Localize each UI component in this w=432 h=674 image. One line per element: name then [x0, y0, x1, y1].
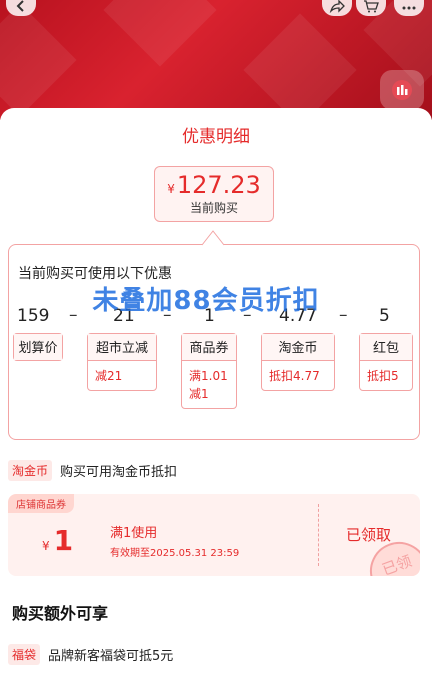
more-button[interactable]: [394, 0, 424, 16]
coupon-divider: [318, 504, 319, 566]
share-button[interactable]: [322, 0, 352, 16]
currency-symbol: ¥: [167, 182, 175, 196]
discount-detail-sheet: 优惠明细 ¥127.23 当前购买 当前购买可使用以下优惠 159 – 21 –…: [0, 108, 432, 674]
coupon-claimed-status: 已领取: [346, 526, 392, 544]
coupon-type: 店铺商品券: [8, 494, 74, 513]
sheet-title: 优惠明细: [182, 127, 250, 147]
back-button[interactable]: [6, 0, 36, 16]
discount-breakdown: 当前购买可使用以下优惠 159 – 21 – 1 – 4.77 – 5 划算价 …: [8, 244, 420, 440]
current-price: ¥127.23: [155, 171, 273, 199]
taojinbi-row[interactable]: 淘金币 购买可用淘金币抵扣: [8, 460, 177, 481]
banner-pattern: [0, 3, 77, 117]
extra-benefits-title: 购买额外可享: [12, 604, 109, 623]
discount-tag-taojinbi: 淘金币 抵扣4.77: [261, 333, 335, 391]
coupon-value: ¥1: [42, 524, 73, 557]
minus-operator: –: [339, 305, 348, 325]
back-icon: [16, 0, 24, 12]
coupon-condition: 满1使用: [110, 526, 158, 541]
discount-tag-redpacket: 红包 抵扣5: [359, 333, 413, 391]
lucky-bag-row[interactable]: 福袋 品牌新客福袋可抵5元: [8, 644, 173, 665]
current-price-box: ¥127.23 当前购买: [154, 166, 274, 222]
coupon-currency: ¥: [42, 539, 50, 553]
store-coupon-card[interactable]: 店铺商品券 ¥1 满1使用 有效期至2025.05.31 23:59 已领取 已…: [8, 494, 420, 576]
tag-body: 满1.01 减1: [189, 369, 228, 401]
price-amount: 127.23: [176, 171, 261, 199]
breakdown-number: 159: [17, 306, 50, 326]
chart-icon: [392, 80, 412, 100]
cart-icon: [364, 0, 379, 13]
taojinbi-text: 购买可用淘金币抵扣: [60, 465, 178, 480]
coupon-expiry: 有效期至2025.05.31 23:59: [110, 548, 240, 559]
tag-head: 商品券: [182, 334, 236, 361]
coupon-amount: 1: [53, 524, 74, 557]
tag-head: 淘金币: [262, 334, 334, 361]
discount-tag-deal-price: 划算价: [13, 333, 63, 361]
lucky-bag-badge: 福袋: [8, 644, 41, 665]
price-label: 当前购买: [189, 201, 238, 215]
share-icon: [329, 0, 345, 13]
cart-button[interactable]: [356, 0, 386, 16]
top-toolbar: [0, 0, 432, 18]
tag-body: 减21: [95, 369, 123, 383]
top-banner: [0, 0, 432, 120]
discount-tag-coupon: 商品券 满1.01 减1: [181, 333, 237, 409]
chart-button[interactable]: [380, 70, 424, 110]
breakdown-number: 5: [379, 306, 390, 326]
discount-tag-supermarket: 超市立减 减21: [87, 333, 157, 391]
tag-head: 红包: [360, 334, 412, 361]
tag-body: 抵扣5: [367, 369, 399, 383]
tag-head: 划算价: [14, 334, 62, 360]
more-icon: [402, 6, 416, 10]
banner-pattern: [243, 13, 357, 120]
lucky-bag-text: 品牌新客福袋可抵5元: [48, 649, 174, 664]
tag-head: 超市立减: [88, 334, 156, 361]
overlay-caption: 未叠加88会员折扣: [92, 286, 320, 316]
tag-body: 抵扣4.77: [269, 369, 320, 383]
taojinbi-badge: 淘金币: [8, 460, 53, 481]
